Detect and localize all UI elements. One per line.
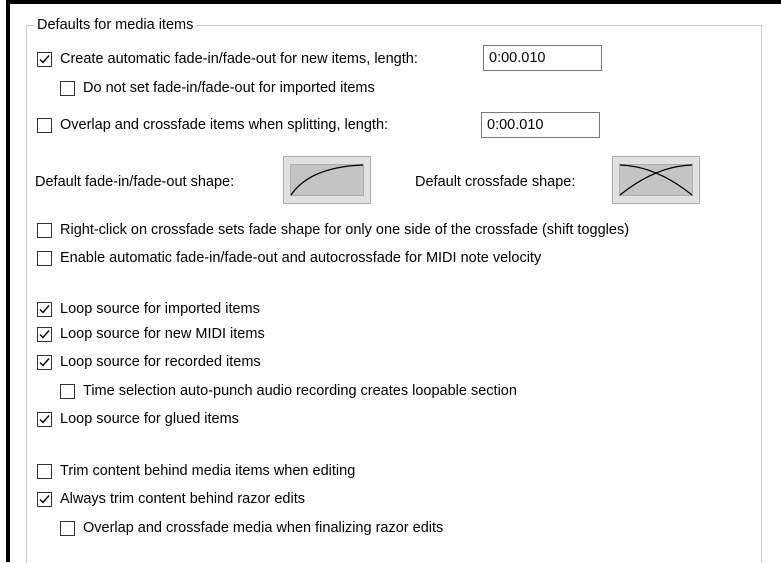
crossfade-length-input[interactable]: 0:00.010 [481, 112, 600, 138]
fade-length-input[interactable]: 0:00.010 [483, 45, 602, 71]
checkmark-icon [39, 415, 50, 424]
right-click-crossfade-checkbox[interactable] [37, 223, 52, 238]
checkmark-icon [39, 495, 50, 504]
loop-glued-label: Loop source for glued items [60, 411, 239, 427]
crossfade-shape-button[interactable] [612, 156, 700, 204]
auto-fade-label: Create automatic fade-in/fade-out for ne… [60, 51, 418, 67]
group-title: Defaults for media items [34, 16, 197, 34]
trim-razor-checkbox[interactable] [37, 492, 52, 507]
loop-glued-checkbox[interactable] [37, 412, 52, 427]
no-fade-imported-checkbox[interactable] [60, 81, 75, 96]
fade-shape-label: Default fade-in/fade-out shape: [35, 174, 235, 190]
overlap-crossfade-label: Overlap and crossfade items when splitti… [60, 117, 389, 133]
loop-imported-label: Loop source for imported items [60, 301, 260, 317]
overlap-razor-label: Overlap and crossfade media when finaliz… [83, 520, 444, 536]
fade-shape-button[interactable] [283, 156, 371, 204]
time-selection-label: Time selection auto-punch audio recordin… [83, 383, 517, 399]
loop-recorded-label: Loop source for recorded items [60, 354, 261, 370]
loop-midi-label: Loop source for new MIDI items [60, 326, 265, 342]
loop-midi-checkbox[interactable] [37, 327, 52, 342]
checkmark-icon [39, 330, 50, 339]
checkmark-icon [39, 55, 50, 64]
checkmark-icon [39, 358, 50, 367]
no-fade-imported-label: Do not set fade-in/fade-out for imported… [83, 80, 375, 96]
midi-velocity-checkbox[interactable] [37, 251, 52, 266]
midi-velocity-label: Enable automatic fade-in/fade-out and au… [60, 250, 542, 266]
crossfade-shape-label: Default crossfade shape: [415, 174, 576, 190]
right-click-crossfade-label: Right-click on crossfade sets fade shape… [60, 222, 630, 238]
window-edge-top [6, 0, 781, 4]
checkmark-icon [39, 305, 50, 314]
trim-content-label: Trim content behind media items when edi… [60, 463, 356, 479]
trim-content-checkbox[interactable] [37, 464, 52, 479]
trim-razor-label: Always trim content behind razor edits [60, 491, 305, 507]
fade-curve-icon [290, 164, 364, 196]
overlap-razor-checkbox[interactable] [60, 521, 75, 536]
time-selection-checkbox[interactable] [60, 384, 75, 399]
window-edge-left [6, 0, 10, 562]
media-items-groupbox [26, 25, 762, 563]
loop-recorded-checkbox[interactable] [37, 355, 52, 370]
auto-fade-checkbox[interactable] [37, 52, 52, 67]
loop-imported-checkbox[interactable] [37, 302, 52, 317]
overlap-crossfade-checkbox[interactable] [37, 118, 52, 133]
crossfade-curve-icon [619, 164, 693, 196]
